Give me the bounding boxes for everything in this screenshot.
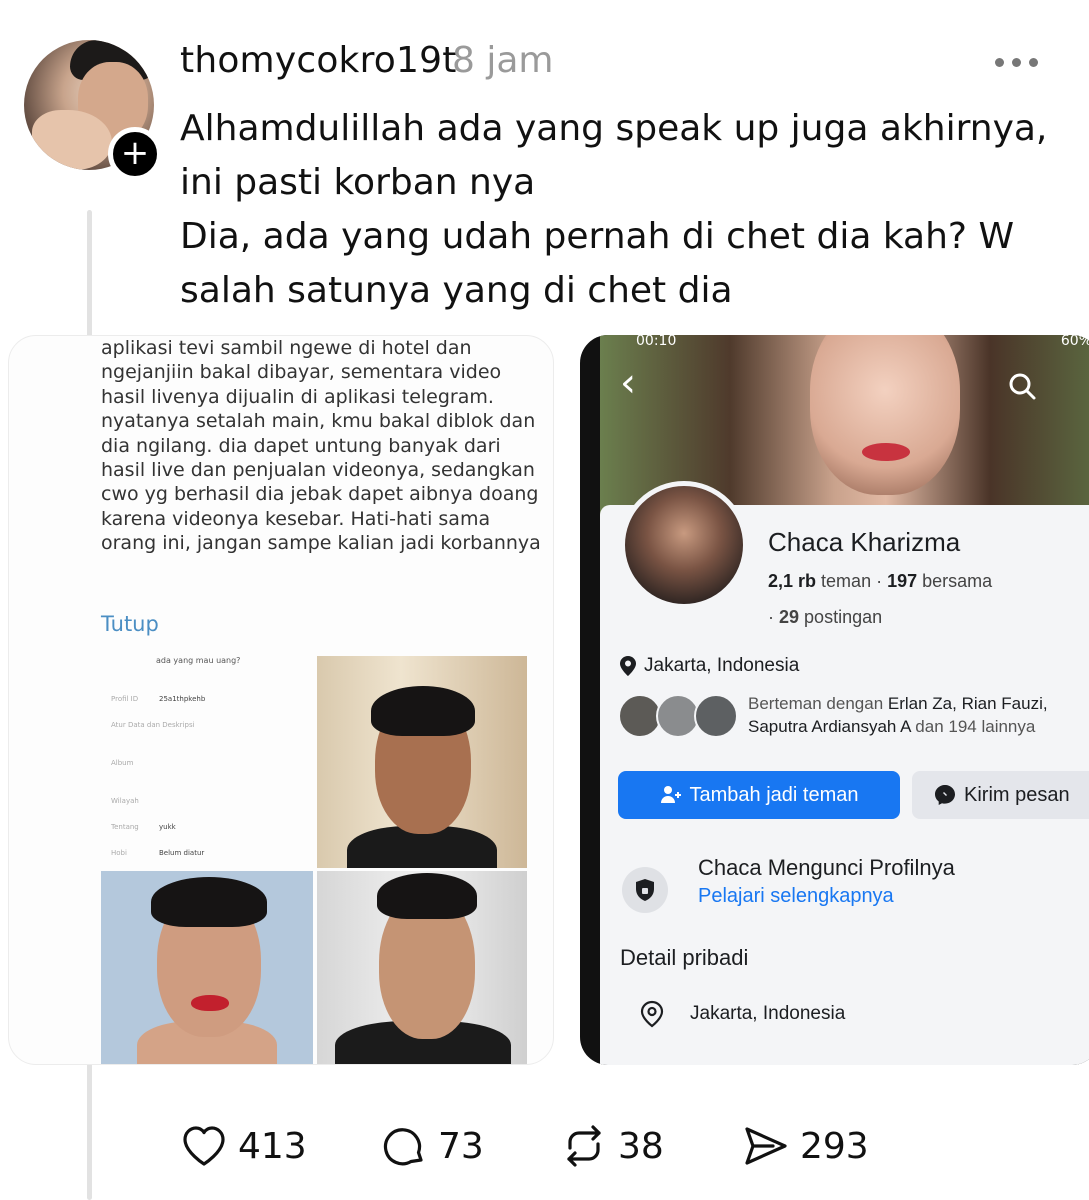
comment-icon bbox=[383, 1128, 423, 1166]
photo-man-3 bbox=[317, 871, 527, 1064]
profile-name: Chaca Kharizma bbox=[768, 527, 961, 557]
attached-image-left[interactable]: aplikasi tevi sambil ngewe di hotel dan … bbox=[8, 335, 554, 1065]
locked-profile-row: Chaca Mengunci Profilnya Pelajari seleng… bbox=[622, 855, 1089, 925]
back-arrow-icon[interactable]: ‹ bbox=[620, 363, 636, 403]
shield-lock-icon bbox=[622, 867, 668, 913]
timestamp: 8 jam bbox=[452, 40, 554, 81]
share-count: 293 bbox=[800, 1125, 869, 1167]
repost-button[interactable]: 38 bbox=[560, 1118, 664, 1174]
reply-button[interactable]: 73 bbox=[380, 1118, 484, 1174]
send-message-label: Kirim pesan bbox=[964, 783, 1070, 806]
profile-location: Jakarta, Indonesia bbox=[620, 655, 799, 677]
location-outline-icon bbox=[640, 1000, 664, 1028]
add-friend-button[interactable]: Tambah jadi teman bbox=[618, 771, 900, 819]
locked-title: Chaca Mengunci Profilnya bbox=[698, 855, 955, 880]
learn-more-link[interactable]: Pelajari selengkapnya bbox=[698, 885, 894, 908]
post-actions: 413 73 38 293 bbox=[180, 1118, 900, 1174]
share-button[interactable]: 293 bbox=[742, 1118, 869, 1174]
follow-button[interactable]: + bbox=[108, 127, 162, 181]
profile-row-label: Album bbox=[111, 759, 134, 767]
mutual-friends-text: Berteman dengan Erlan Za, Rian Fauzi, Sa… bbox=[748, 694, 1048, 736]
messenger-icon bbox=[935, 785, 955, 805]
profile-info-panel: ada yang mau uang? Profil ID 25a1thpkehb… bbox=[101, 651, 315, 871]
profile-row-label: Hobi bbox=[111, 849, 127, 857]
username[interactable]: thomycokro19t bbox=[180, 40, 457, 81]
status-battery: 60% bbox=[1060, 335, 1089, 349]
cover-lips bbox=[862, 443, 910, 461]
like-button[interactable]: 413 bbox=[180, 1118, 307, 1174]
profile-row-value: Belum diatur bbox=[159, 849, 205, 857]
profile-stats: 2,1 rb teman · 197 bersama bbox=[768, 571, 993, 591]
like-count: 413 bbox=[238, 1125, 307, 1167]
send-message-button[interactable]: Kirim pesan bbox=[912, 771, 1089, 819]
profile-row-value: 25a1thpkehb bbox=[159, 695, 206, 703]
attached-image-right[interactable]: 00:10 60% ‹ Chaca Kharizma 2,1 rb teman … bbox=[580, 335, 1089, 1065]
posts-label: postingan bbox=[804, 607, 883, 627]
friends-label: teman bbox=[821, 571, 872, 591]
location-pin-icon bbox=[620, 656, 636, 676]
photo-man-1 bbox=[317, 656, 527, 868]
more-options-icon[interactable] bbox=[995, 52, 1041, 72]
add-friend-icon bbox=[660, 786, 681, 803]
status-bar: 00:10 60% bbox=[630, 335, 1089, 351]
detail-location-text: Jakarta, Indonesia bbox=[690, 1003, 846, 1024]
send-icon bbox=[745, 1127, 787, 1165]
mutual-label: bersama bbox=[922, 571, 993, 591]
location-text: Jakarta, Indonesia bbox=[644, 655, 800, 676]
mutual-friends[interactable]: Berteman dengan Erlan Za, Rian Fauzi, Sa… bbox=[618, 690, 1089, 746]
add-friend-label: Tambah jadi teman bbox=[689, 783, 859, 806]
quoted-text: aplikasi tevi sambil ngewe di hotel dan … bbox=[101, 337, 541, 555]
cover-face bbox=[810, 335, 960, 495]
profile-row-value: yukk bbox=[159, 823, 176, 831]
profile-card: Chaca Kharizma 2,1 rb teman · 197 bersam… bbox=[600, 481, 1089, 1065]
profile-title: ada yang mau uang? bbox=[156, 656, 241, 665]
profile-posts: · 29 postingan bbox=[768, 607, 883, 627]
posts-count: 29 bbox=[779, 607, 800, 627]
personal-details-heading: Detail pribadi bbox=[620, 945, 749, 970]
repost-count: 38 bbox=[618, 1125, 664, 1167]
profile-picture[interactable] bbox=[620, 481, 748, 609]
collapse-link: Tutup bbox=[101, 612, 159, 636]
profile-row-label: Profil ID bbox=[111, 695, 139, 703]
heart-icon bbox=[183, 1126, 225, 1166]
mutual-friend-avatars bbox=[618, 694, 742, 738]
reply-count: 73 bbox=[438, 1125, 484, 1167]
profile-row-label: Tentang bbox=[111, 823, 139, 831]
profile-row-label: Atur Data dan Deskripsi bbox=[111, 721, 195, 729]
post-text: Alhamdulillah ada yang speak up juga akh… bbox=[180, 102, 1070, 318]
photo-man-2 bbox=[101, 871, 313, 1064]
post-text-line: Alhamdulillah ada yang speak up juga akh… bbox=[180, 108, 1048, 203]
repost-icon bbox=[567, 1125, 601, 1167]
personal-details-location: Jakarta, Indonesia bbox=[640, 1000, 845, 1028]
profile-row-label: Wilayah bbox=[111, 797, 139, 805]
friends-count: 2,1 rb bbox=[768, 571, 817, 591]
post-text-line: Dia, ada yang udah pernah di chet dia ka… bbox=[180, 216, 1015, 311]
mutual-count: 197 bbox=[887, 571, 918, 591]
status-time: 00:10 bbox=[636, 335, 677, 349]
search-icon[interactable] bbox=[1007, 371, 1037, 401]
